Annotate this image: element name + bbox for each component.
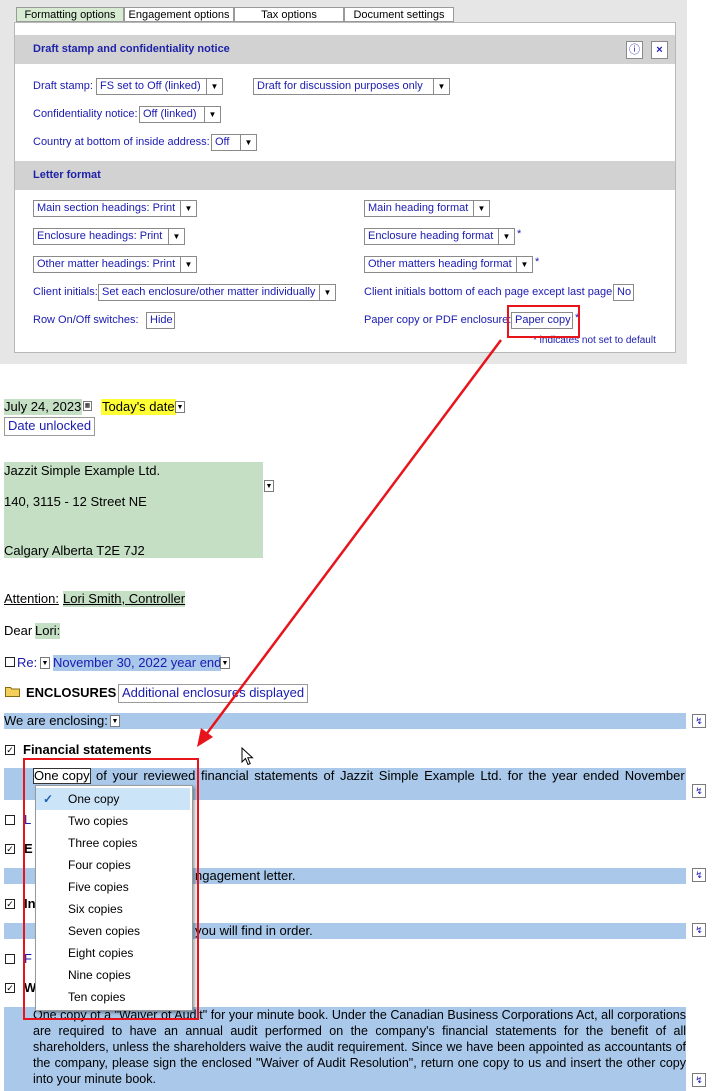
annotation-arrow bbox=[197, 339, 503, 747]
mouse-cursor-icon bbox=[241, 747, 254, 766]
